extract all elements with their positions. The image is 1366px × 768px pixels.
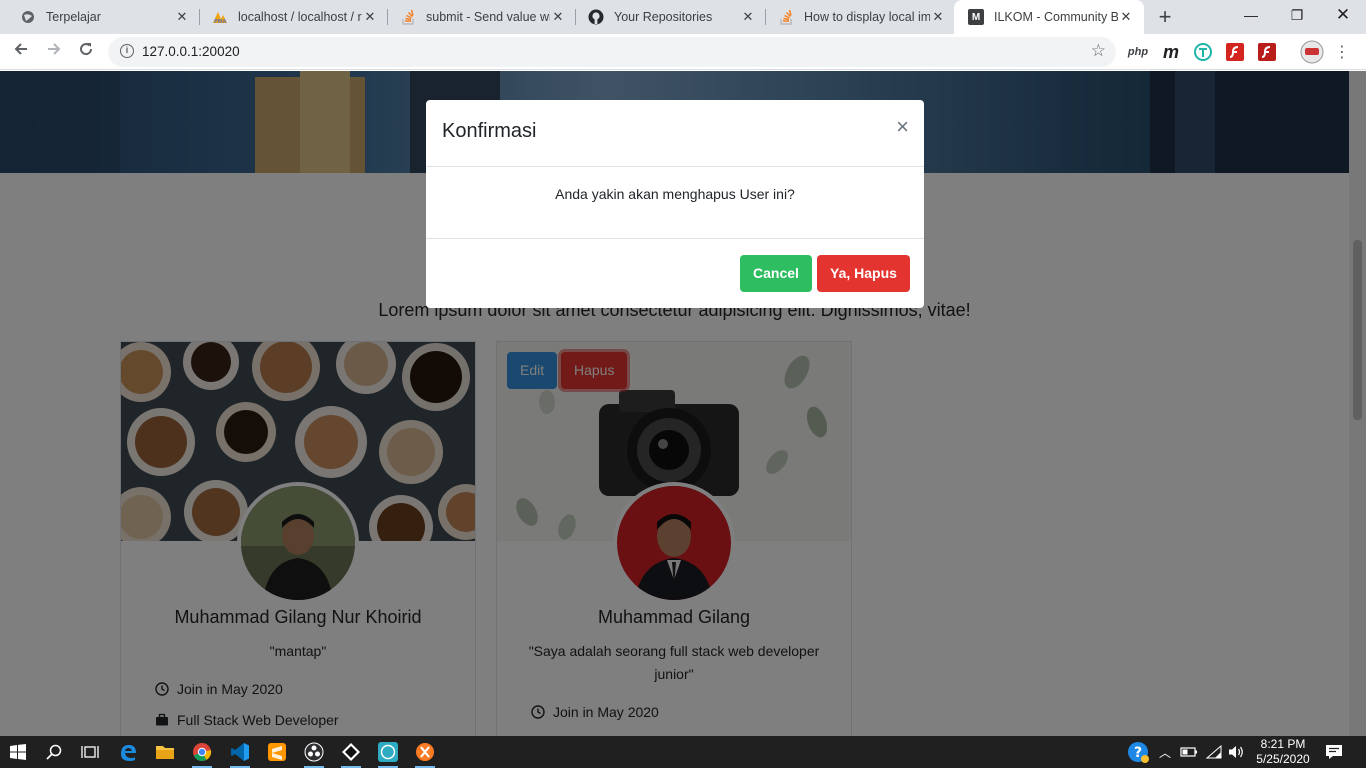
browser-toolbar: i 127.0.0.1:20020 ☆ php m ⋮	[0, 34, 1366, 70]
modal-header: Konfirmasi ×	[426, 100, 924, 167]
notification-icon[interactable]	[1322, 740, 1346, 764]
github-icon	[588, 9, 604, 25]
back-arrow-icon[interactable]	[9, 40, 33, 64]
edge-icon[interactable]	[116, 740, 140, 764]
search-icon[interactable]	[42, 740, 66, 764]
browser-tab[interactable]: Your Repositories ✕	[574, 0, 766, 34]
reload-icon[interactable]	[74, 40, 98, 64]
m-logo-icon: M	[968, 9, 984, 25]
restore-button[interactable]: ❐	[1274, 0, 1320, 30]
browser-tab[interactable]: PMA localhost / localhost / r ✕	[198, 0, 388, 34]
close-tab-icon[interactable]: ✕	[550, 9, 566, 25]
close-tab-icon[interactable]: ✕	[362, 9, 378, 25]
file-explorer-icon[interactable]	[153, 740, 177, 764]
php-extension-icon[interactable]: php	[1128, 42, 1148, 62]
obs-icon[interactable]	[302, 740, 326, 768]
volume-icon[interactable]	[1224, 740, 1248, 764]
close-tab-icon[interactable]: ✕	[740, 9, 756, 25]
close-tab-icon[interactable]: ✕	[930, 9, 946, 25]
windows-taskbar: ? ︿ 8:21 PM 5/25/2020	[0, 736, 1366, 768]
stackoverflow-icon	[778, 9, 794, 25]
m-extension-icon[interactable]: m	[1161, 42, 1181, 62]
url-text[interactable]: 127.0.0.1:20020	[142, 44, 240, 59]
inkscape-icon[interactable]	[339, 740, 363, 768]
browser-tab-active[interactable]: M ILKOM - Community Bl ✕	[954, 0, 1144, 34]
browser-tab[interactable]: submit - Send value wit ✕	[386, 0, 576, 34]
close-tab-icon[interactable]: ✕	[1118, 9, 1134, 25]
wifi-icon[interactable]	[1202, 740, 1226, 764]
browser-tab[interactable]: How to display local im ✕	[764, 0, 956, 34]
modal-title: Konfirmasi	[442, 120, 537, 142]
whatsapp-icon[interactable]	[376, 740, 400, 768]
address-bar[interactable]: i 127.0.0.1:20020 ☆	[108, 37, 1116, 67]
close-tab-icon[interactable]: ✕	[174, 9, 190, 25]
help-icon[interactable]: ?	[1126, 740, 1150, 764]
flash-extension-icon-2[interactable]	[1257, 42, 1277, 62]
profile-avatar-icon[interactable]	[1300, 40, 1324, 64]
windows-start-icon[interactable]	[6, 740, 30, 764]
info-icon[interactable]: i	[120, 44, 134, 58]
globe-icon	[20, 9, 36, 25]
chevron-up-icon[interactable]: ︿	[1153, 740, 1177, 764]
clock-date: 5/25/2020	[1256, 752, 1310, 766]
battery-icon[interactable]	[1177, 740, 1201, 764]
new-tab-button[interactable]: +	[1154, 4, 1176, 30]
svg-text:?: ?	[1134, 745, 1142, 761]
flash-extension-icon[interactable]	[1225, 42, 1245, 62]
minimize-button[interactable]: —	[1228, 0, 1274, 30]
forward-arrow-icon[interactable]	[42, 40, 66, 64]
vscode-icon[interactable]	[228, 740, 252, 768]
teal-extension-icon[interactable]	[1193, 42, 1213, 62]
menu-kebab-icon[interactable]: ⋮	[1332, 42, 1352, 62]
confirm-dialog: Konfirmasi × Anda yakin akan menghapus U…	[426, 100, 924, 308]
modal-message: Anda yakin akan menghapus User ini?	[426, 167, 924, 239]
svg-text:PMA: PMA	[214, 19, 227, 24]
phpmyadmin-icon: PMA	[212, 9, 228, 25]
task-view-icon[interactable]	[78, 740, 102, 764]
bookmark-star-icon[interactable]: ☆	[1091, 41, 1106, 61]
confirm-delete-button[interactable]: Ya, Hapus	[817, 255, 910, 292]
browser-tab[interactable]: Terpelajar ✕	[6, 0, 200, 34]
browser-tab-strip: Terpelajar ✕ PMA localhost / localhost /…	[0, 0, 1366, 34]
stackoverflow-icon	[400, 9, 416, 25]
xampp-icon[interactable]	[413, 740, 437, 768]
sublime-icon[interactable]	[265, 740, 289, 764]
chrome-icon[interactable]	[190, 740, 214, 768]
close-window-button[interactable]: ✕	[1320, 0, 1366, 30]
cancel-button[interactable]: Cancel	[740, 255, 812, 292]
system-clock[interactable]: 8:21 PM 5/25/2020	[1248, 737, 1318, 767]
clock-time: 8:21 PM	[1260, 737, 1306, 751]
close-icon[interactable]: ×	[896, 116, 909, 138]
